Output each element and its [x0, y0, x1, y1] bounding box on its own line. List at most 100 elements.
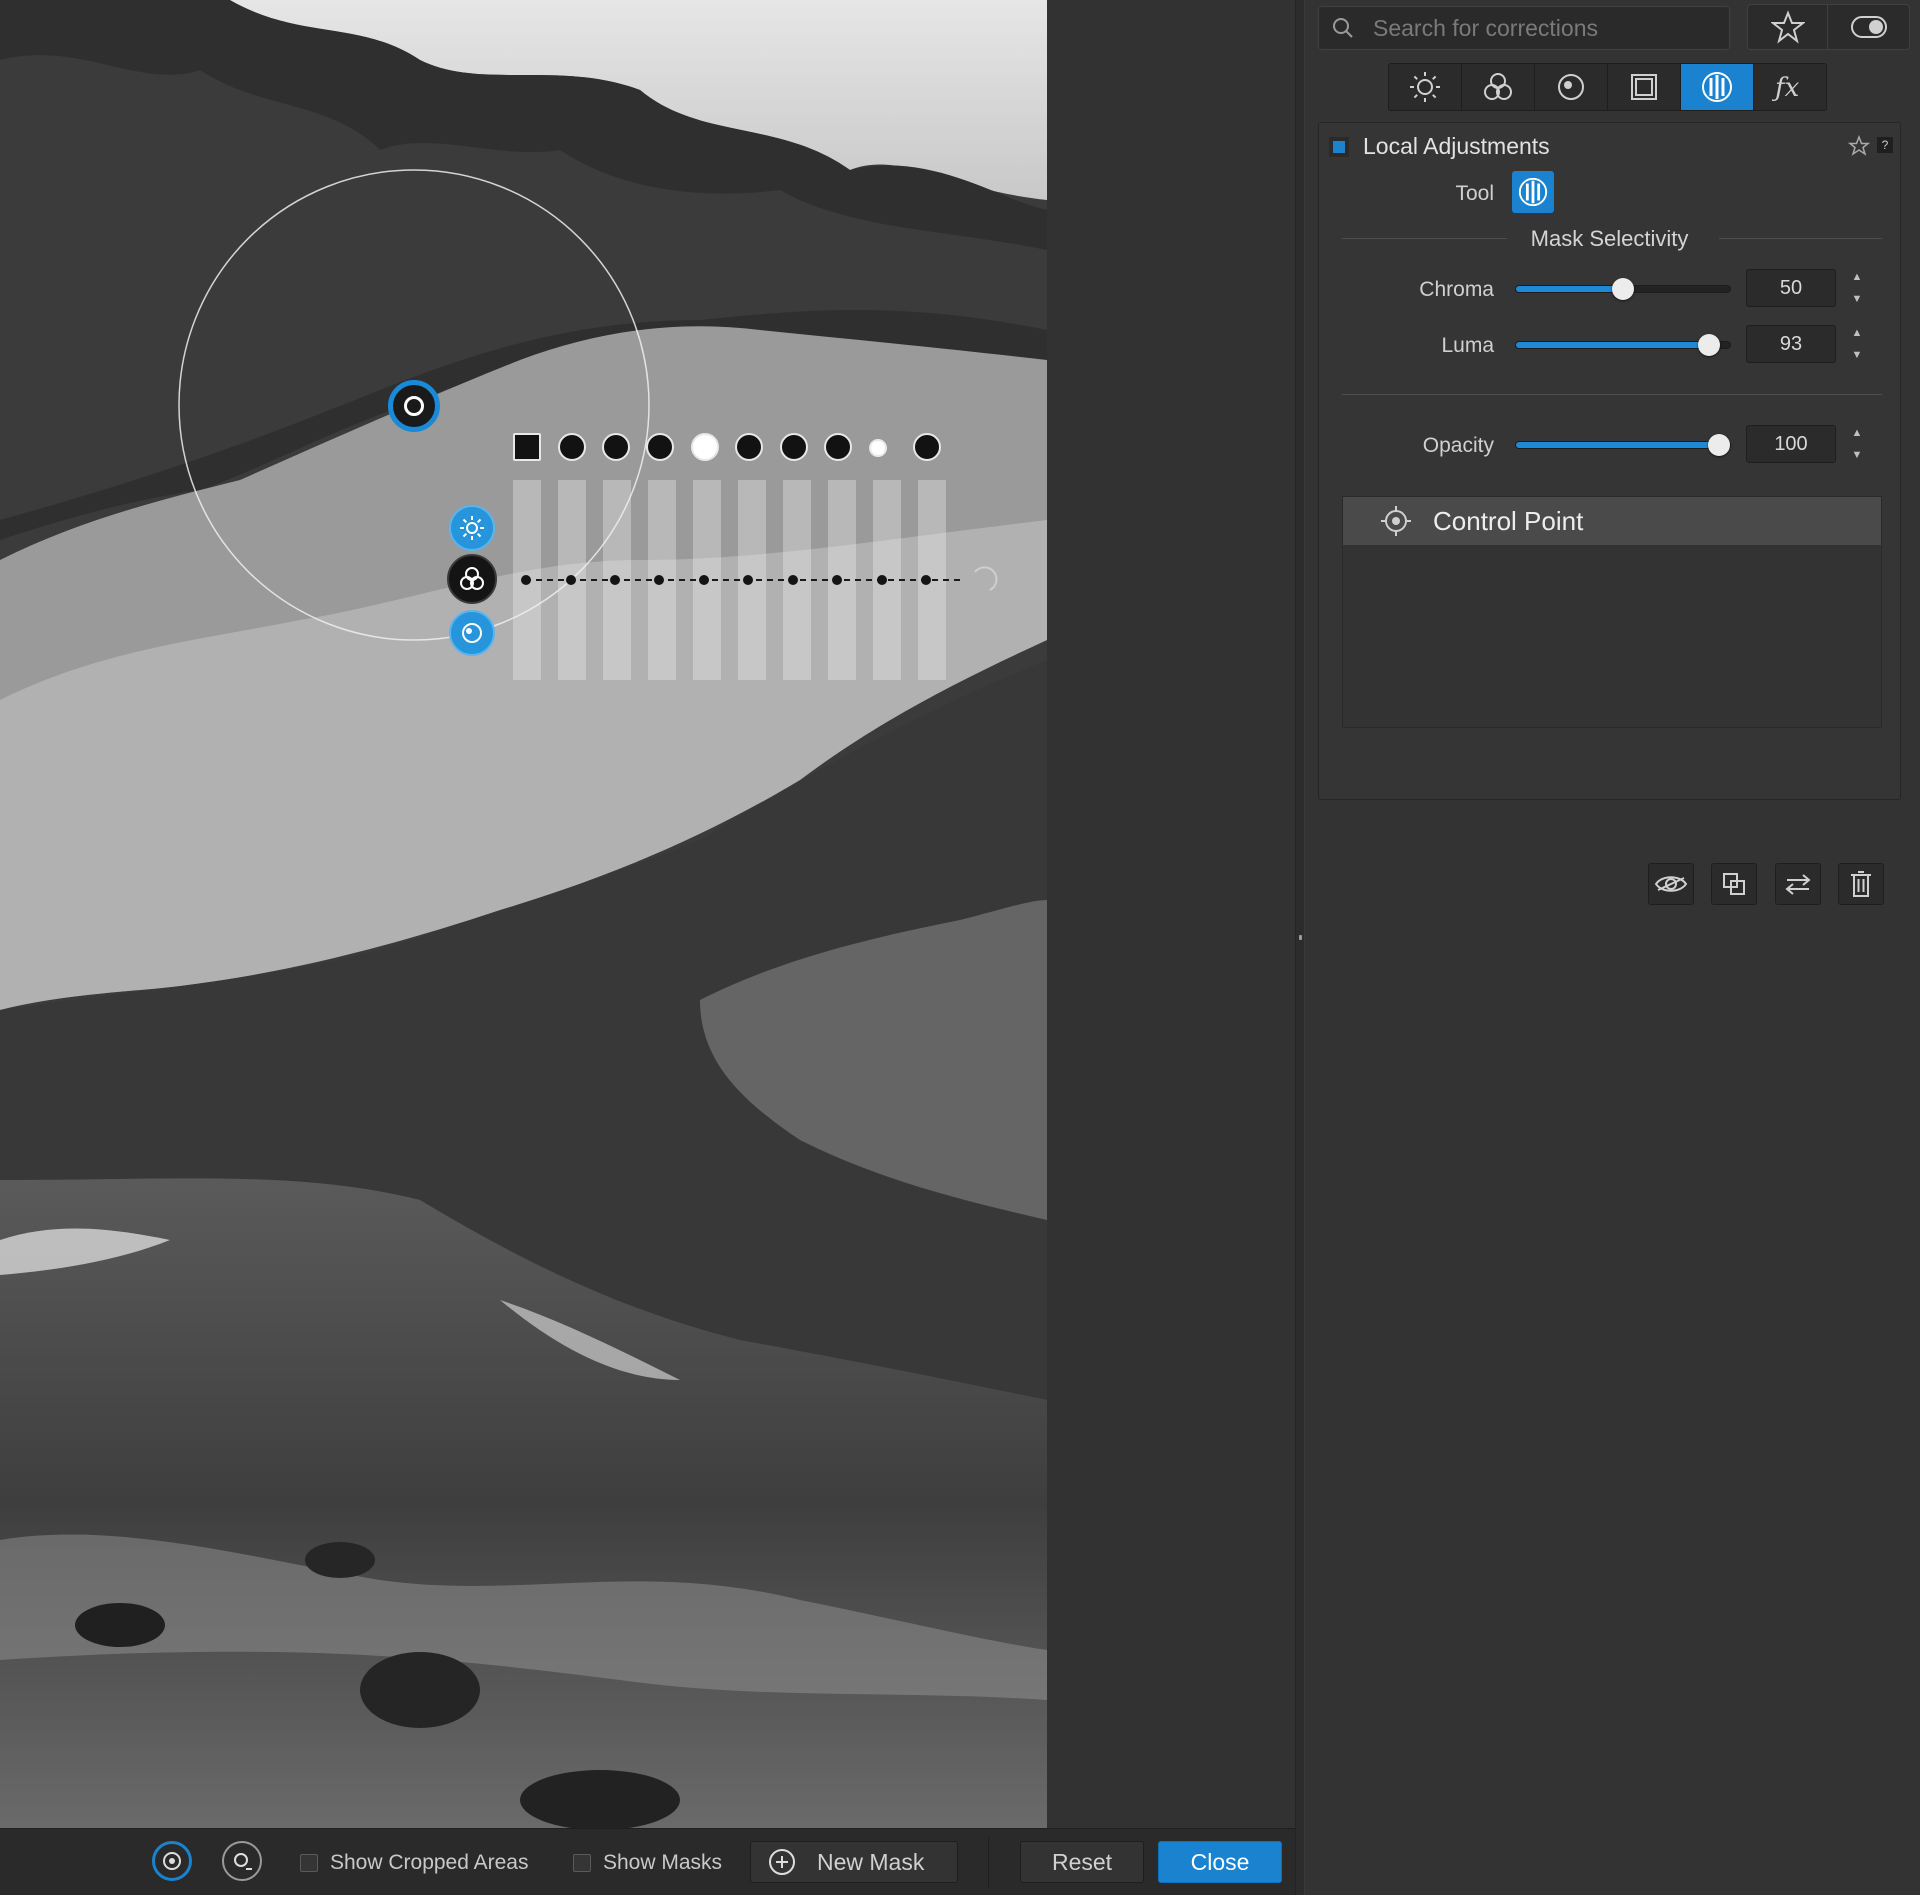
- control-point-list-item[interactable]: Control Point: [1343, 497, 1881, 545]
- close-button[interactable]: Close: [1158, 1841, 1282, 1883]
- local-adjustments-icon: [1702, 72, 1732, 102]
- control-point-label: Control Point: [1433, 505, 1584, 536]
- control-point-slider-icons: [510, 433, 950, 467]
- white-balance-icon[interactable]: [869, 439, 887, 457]
- detail-icon: [1558, 74, 1584, 100]
- mask-selectivity-rule-right: [1719, 238, 1882, 239]
- contrast-icon[interactable]: [558, 433, 586, 461]
- detail-mode-button[interactable]: [449, 610, 495, 656]
- opacity-slider-fill: [1516, 442, 1720, 448]
- divider-grip[interactable]: [1299, 935, 1302, 940]
- search-icon: [1333, 18, 1353, 38]
- plus-circle-icon: [769, 1849, 795, 1875]
- panel-divider[interactable]: [1295, 0, 1305, 1895]
- stepper-up-icon[interactable]: ▲: [1852, 325, 1863, 341]
- show-cropped-areas-label: Show Cropped Areas: [330, 1851, 529, 1874]
- color-tab[interactable]: [1462, 64, 1535, 110]
- opacity-stepper[interactable]: ▲ ▼: [1847, 425, 1867, 463]
- luma-slider-fill: [1516, 342, 1709, 348]
- color-mode-button[interactable]: [447, 554, 497, 604]
- show-masks-checkbox[interactable]: [573, 1854, 591, 1872]
- stepper-up-icon[interactable]: ▲: [1852, 269, 1863, 285]
- reset-button[interactable]: Reset: [1020, 1841, 1144, 1883]
- opacity-slider-thumb[interactable]: [1708, 434, 1731, 456]
- palette-tabs: ƒx: [1388, 63, 1827, 111]
- new-mask-label: New Mask: [817, 1848, 925, 1875]
- favorite-star-icon[interactable]: [1848, 135, 1870, 157]
- exposure-icon[interactable]: [513, 433, 541, 461]
- opacity-value-field[interactable]: 100: [1746, 425, 1836, 463]
- local-adjustments-enable-checkbox[interactable]: [1329, 136, 1349, 157]
- hue-icon[interactable]: [913, 433, 941, 461]
- control-point-tool-button[interactable]: [152, 1841, 192, 1881]
- sun-icon: [460, 516, 484, 540]
- duplicate-icon: [1723, 873, 1745, 895]
- geometry-tab[interactable]: [1608, 64, 1681, 110]
- favorites-button[interactable]: [1747, 4, 1827, 50]
- luma-label: Luma: [1441, 334, 1494, 357]
- control-point-target-icon: [1381, 506, 1411, 536]
- luma-slider-thumb[interactable]: [1697, 334, 1720, 356]
- light-mode-button[interactable]: [449, 505, 495, 551]
- detail-icon: [462, 623, 482, 643]
- control-point-handle[interactable]: [388, 380, 440, 432]
- luma-value-field[interactable]: 93: [1746, 325, 1836, 363]
- delete-button[interactable]: [1838, 863, 1884, 905]
- geometry-icon: [1631, 74, 1657, 100]
- midtones-icon[interactable]: [691, 433, 719, 461]
- toggle-button[interactable]: [1827, 4, 1910, 50]
- search-box[interactable]: [1318, 6, 1730, 50]
- bottom-bar-separator: [988, 1837, 989, 1887]
- chroma-slider[interactable]: [1515, 278, 1731, 300]
- control-point-icon: [163, 1852, 181, 1870]
- bottom-toolbar: Show Cropped Areas Show Masks New Mask R…: [0, 1828, 1295, 1895]
- saturation-icon[interactable]: [824, 433, 852, 461]
- chroma-value-field[interactable]: 50: [1746, 269, 1836, 307]
- negative-control-point-tool-button[interactable]: [222, 1841, 262, 1881]
- chroma-stepper[interactable]: ▲ ▼: [1847, 269, 1867, 307]
- help-icon[interactable]: ?: [1877, 137, 1893, 153]
- light-tab[interactable]: [1389, 64, 1462, 110]
- photo-viewport[interactable]: [0, 0, 1047, 1828]
- highlights-icon[interactable]: [646, 433, 674, 461]
- show-cropped-areas-toggle[interactable]: Show Cropped Areas: [300, 1851, 528, 1875]
- stepper-up-icon[interactable]: ▲: [1852, 425, 1863, 441]
- show-mask-button[interactable]: [1648, 863, 1694, 905]
- chroma-slider-fill: [1516, 286, 1623, 292]
- svg-text:ƒx: ƒx: [1772, 73, 1800, 103]
- tool-selector-button[interactable]: [1512, 171, 1554, 213]
- show-cropped-areas-checkbox[interactable]: [300, 1854, 318, 1872]
- search-input[interactable]: [1371, 13, 1705, 43]
- color-circles-icon: [460, 567, 484, 590]
- swap-button[interactable]: [1775, 863, 1821, 905]
- fx-icon: ƒx: [1772, 73, 1800, 103]
- opacity-slider[interactable]: [1515, 434, 1731, 456]
- duplicate-button[interactable]: [1711, 863, 1757, 905]
- viewport-margin: [1047, 0, 1295, 1828]
- show-masks-toggle[interactable]: Show Masks: [573, 1851, 722, 1875]
- corrections-panel: ƒx Local Adjustments ? Tool Mask Selecti…: [1305, 0, 1920, 1895]
- photo-image: [0, 0, 1047, 1828]
- eye-icon: [1654, 876, 1688, 892]
- blacks-icon[interactable]: [780, 433, 808, 461]
- chroma-label: Chroma: [1419, 278, 1494, 301]
- effects-tab[interactable]: ƒx: [1754, 64, 1826, 110]
- show-masks-label: Show Masks: [603, 1851, 723, 1874]
- negative-control-point-icon: [234, 1853, 252, 1870]
- local-tab[interactable]: [1681, 64, 1754, 110]
- mask-selectivity-title: Mask Selectivity: [1530, 226, 1689, 251]
- stepper-down-icon[interactable]: ▼: [1852, 291, 1863, 307]
- toggle-icon: [1850, 16, 1887, 38]
- swap-arrows-icon: [1785, 874, 1811, 895]
- stepper-down-icon[interactable]: ▼: [1852, 347, 1863, 363]
- detail-tab[interactable]: [1535, 64, 1608, 110]
- microcontrast-icon[interactable]: [602, 433, 630, 461]
- stepper-down-icon[interactable]: ▼: [1852, 447, 1863, 463]
- local-adjustments-header: Local Adjustments: [1329, 133, 1550, 160]
- control-point-list: Control Point: [1342, 496, 1882, 728]
- luma-slider[interactable]: [1515, 334, 1731, 356]
- shadows-icon[interactable]: [735, 433, 763, 461]
- chroma-slider-thumb[interactable]: [1612, 278, 1634, 300]
- new-mask-button[interactable]: New Mask: [750, 1841, 958, 1883]
- luma-stepper[interactable]: ▲ ▼: [1847, 325, 1867, 363]
